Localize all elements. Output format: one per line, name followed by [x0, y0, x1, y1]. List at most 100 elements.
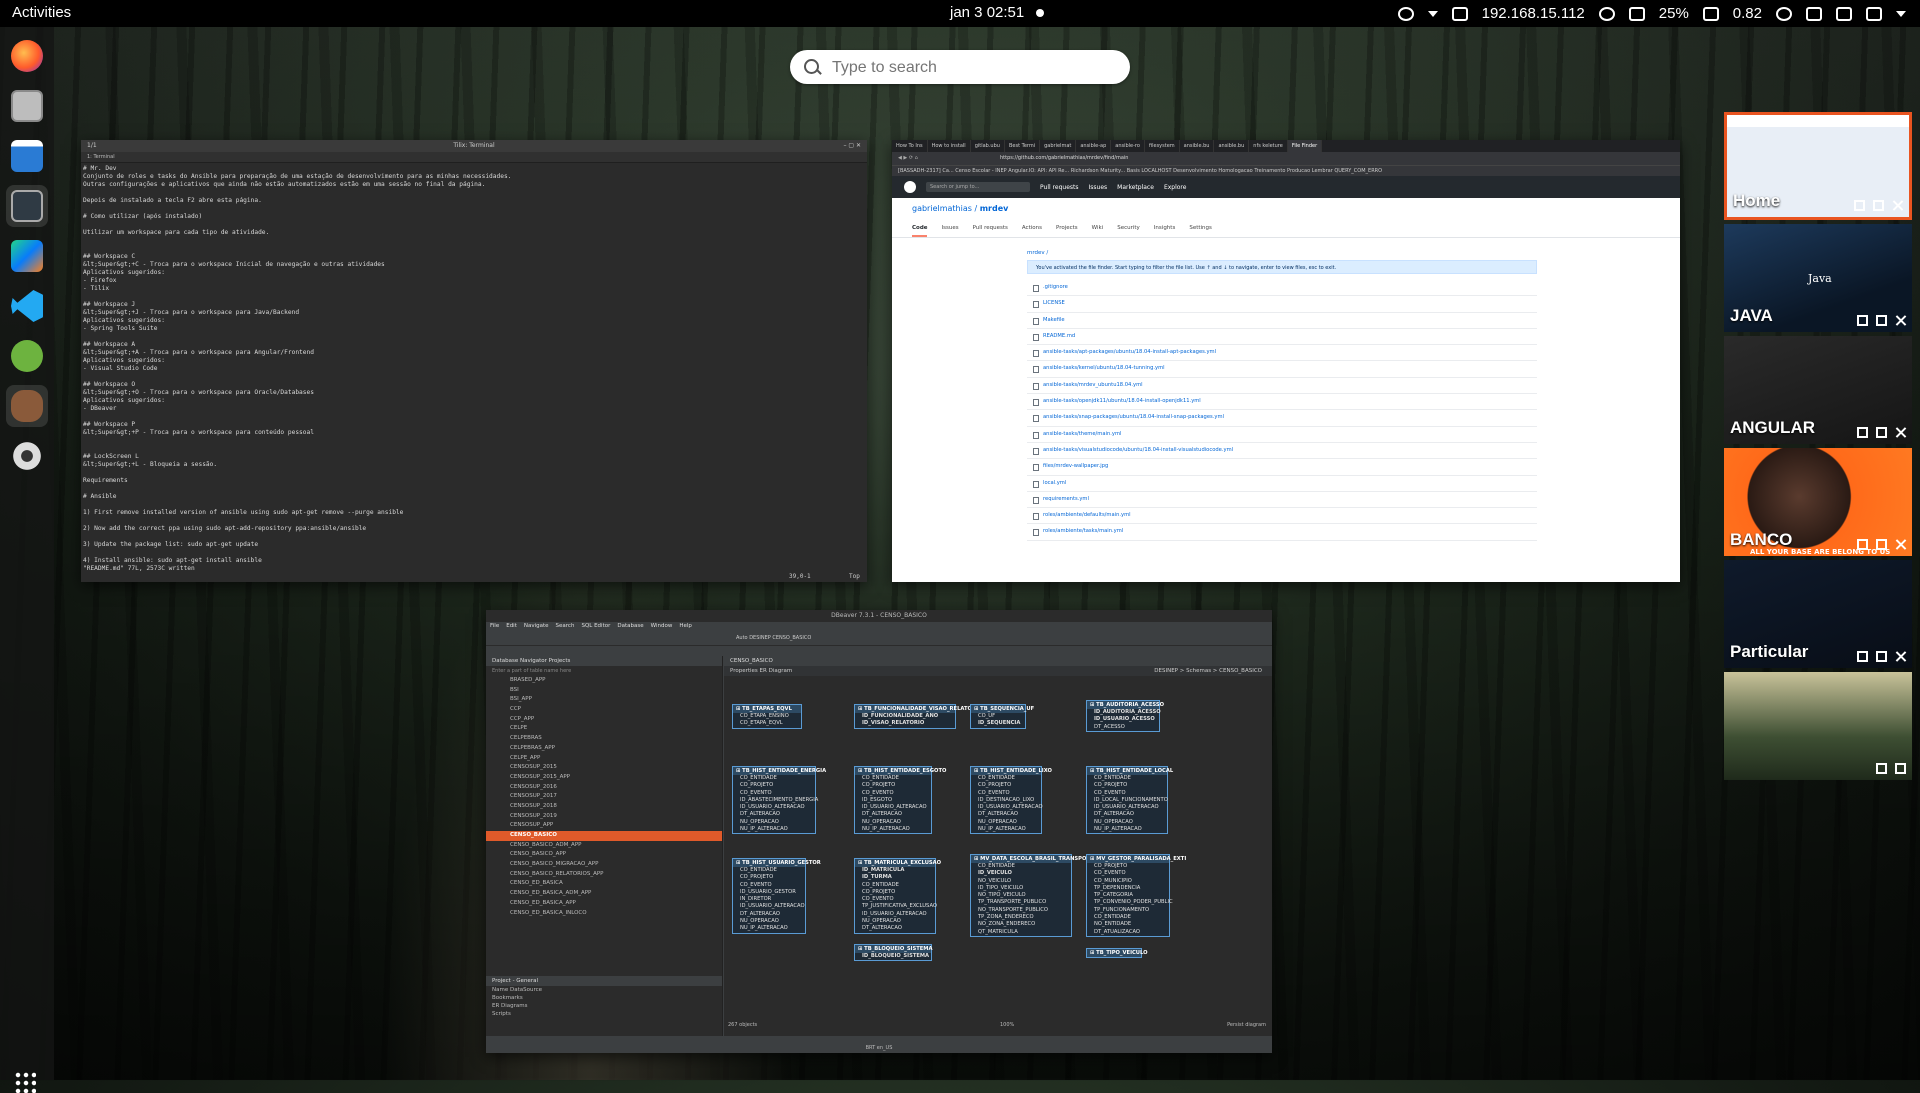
er-table[interactable]: ⊞ MV_DATA_ESCOLA_BRASIL_TRANSPOR CO_ENTID… — [970, 854, 1090, 937]
file-list-item[interactable]: ansible-tasks/mrdev_ubuntu18.04.yml — [1027, 378, 1537, 395]
gh-nav-issues[interactable]: Issues — [1089, 184, 1108, 191]
wallpaper-icon[interactable] — [1895, 763, 1906, 774]
er-table[interactable]: ⊞ TB_HIST_ENTIDADE_ESGOTO CO_ENTIDADE CO_P… — [854, 766, 946, 835]
search-box[interactable] — [790, 50, 1130, 84]
project-item[interactable]: Scripts — [486, 1010, 722, 1018]
extension-icon[interactable] — [1806, 6, 1822, 21]
terminal-launcher[interactable] — [6, 185, 48, 227]
er-table[interactable]: ⊞ TB_FUNCIONALIDADE_VISAO_RELATORIO ID_FU… — [854, 704, 982, 729]
github-logo-icon[interactable] — [904, 181, 916, 193]
bookmarks-bar[interactable]: [BASSADH-2317] Ca... Censo Escolar - INE… — [892, 165, 1680, 176]
schema-tree-item[interactable]: CENSO_BASICO_RELATORIOS_APP — [486, 870, 722, 880]
navigator-filter[interactable]: Enter a part of table name here — [486, 666, 722, 676]
file-list-item[interactable]: local.yml — [1027, 476, 1537, 492]
gh-nav-marketplace[interactable]: Marketplace — [1117, 184, 1154, 191]
address-url[interactable]: https://github.com/gabrielmathias/mrdev/… — [1000, 155, 1128, 161]
schema-tree-item[interactable]: CENSOSUP_2016 — [486, 783, 722, 793]
menu-item[interactable]: Window — [651, 622, 673, 631]
repo-tab[interactable]: Security — [1117, 225, 1140, 237]
browser-tab[interactable]: How to install — [928, 140, 971, 152]
editor-tab[interactable]: CENSO_BASICO — [724, 656, 1272, 666]
schema-tree-item[interactable]: CELPEBRAS_APP — [486, 744, 722, 754]
file-list-item[interactable]: ansible-tasks/visualstudiocode/ubuntu/18… — [1027, 443, 1537, 460]
schema-tree-item[interactable]: CENSO_ED_BASICA_ADM_APP — [486, 889, 722, 899]
er-table[interactable]: ⊞ TB_HIST_ENTIDADE_ENERGIA CO_ENTIDADE CO_… — [732, 766, 826, 835]
schema-tree-item[interactable]: CELPE — [486, 724, 722, 734]
er-table[interactable]: ⊞ TB_HIST_ENTIDADE_LOCAL CO_ENTIDADE CO_PR… — [1086, 766, 1173, 835]
intellij-launcher[interactable] — [6, 235, 48, 277]
file-list-item[interactable]: ansible-tasks/theme/main.yml — [1027, 427, 1537, 443]
browser-tab[interactable]: ansible-ap — [1076, 140, 1112, 152]
editor-subtab-labels[interactable]: Properties ER Diagram — [730, 668, 792, 674]
rename-icon[interactable] — [1854, 200, 1865, 211]
schema-tree-item[interactable]: CENSOSUP_2015_APP — [486, 773, 722, 783]
schema-tree-item[interactable]: CENSO_ED_BASICA — [486, 879, 722, 889]
browser-tab[interactable]: ansible.bu — [1214, 140, 1250, 152]
close-icon[interactable] — [1895, 427, 1906, 438]
menu-item[interactable]: Edit — [506, 622, 517, 631]
schema-tree-item[interactable]: CELPEBRAS — [486, 734, 722, 744]
clipboard-icon[interactable] — [1451, 6, 1468, 21]
clock[interactable]: jan 3 02:51 — [950, 4, 1024, 21]
schema-tree-item[interactable]: CENSOSUP_APP — [486, 821, 722, 831]
browser-tab[interactable]: filesystem — [1145, 140, 1180, 152]
er-table[interactable]: ⊞ TB_SEQUENCIA_UF CO_UF ID_SEQUENCIA — [970, 704, 1034, 729]
rename-icon[interactable] — [1857, 651, 1868, 662]
settings-launcher[interactable] — [6, 435, 48, 477]
file-list-item[interactable]: ansible-tasks/openjdk11/ubuntu/18.04-ins… — [1027, 394, 1537, 411]
firefox-launcher[interactable] — [6, 35, 48, 77]
repo-tab[interactable]: Code — [912, 225, 928, 237]
volume-icon[interactable] — [1866, 6, 1882, 21]
load-average[interactable]: 0.82 — [1733, 5, 1762, 22]
repo-tab[interactable]: Actions — [1022, 225, 1042, 237]
ip-address[interactable]: 192.168.15.112 — [1482, 5, 1585, 22]
system-menu-chevron-icon[interactable] — [1896, 10, 1906, 17]
er-table[interactable]: ⊞ TB_MATRICULA_EXCLUSAO ID_MATRICULA ID_TU… — [854, 858, 941, 934]
er-table[interactable]: ⊞ TB_HIST_ENTIDADE_LIXO CO_ENTIDADE CO_PRO… — [970, 766, 1052, 835]
wallpaper-icon[interactable] — [1876, 315, 1887, 326]
spring-tools-launcher[interactable] — [6, 335, 48, 377]
monitor-icon[interactable] — [1702, 6, 1719, 21]
schema-tree-item[interactable]: CELPE_APP — [486, 754, 722, 764]
repo-tab[interactable]: Wiki — [1092, 225, 1104, 237]
workspace-thumbnail[interactable]: ALL YOUR BASE ARE BELONG TO US BANCO — [1724, 448, 1912, 556]
gh-nav-pulls[interactable]: Pull requests — [1040, 184, 1079, 191]
nav-buttons[interactable]: ◀ ▶ ⟳ ⌂ — [898, 152, 918, 165]
network-icon[interactable] — [1836, 6, 1852, 21]
rename-icon[interactable] — [1857, 315, 1868, 326]
dbeaver-toolbar[interactable]: Auto DESINEP CENSO_BASICO — [486, 631, 1272, 646]
gh-nav-explore[interactable]: Explore — [1164, 184, 1187, 191]
file-list-item[interactable]: files/mrdev-wallpaper.jpg — [1027, 459, 1537, 476]
browser-tab[interactable]: gabrielmat — [1040, 140, 1077, 152]
browser-tab[interactable]: nfs keleture — [1249, 140, 1288, 152]
workspace-thumbnail[interactable]: ANGULAR — [1724, 336, 1912, 444]
menu-item[interactable]: Navigate — [524, 622, 549, 631]
writer-launcher[interactable] — [6, 135, 48, 177]
close-icon[interactable] — [1895, 539, 1906, 550]
er-table[interactable]: ⊞ MV_GESTOR_PARALISADA_EXTI CO_PROJETO CO_… — [1086, 854, 1186, 937]
address-bar[interactable]: ◀ ▶ ⟳ ⌂ https://github.com/gabrielmathia… — [892, 152, 1680, 165]
emoji-indicator-icon[interactable] — [1397, 6, 1414, 21]
add-workspace-icon[interactable] — [1876, 763, 1887, 774]
dbeaver-launcher[interactable] — [6, 385, 48, 427]
repo-tab[interactable]: Pull requests — [973, 225, 1008, 237]
browser-tabbar[interactable]: How To Ins How to install gitlab.ubu Best T… — [892, 140, 1680, 152]
workspace-thumbnail[interactable]: Home — [1724, 112, 1912, 220]
close-icon[interactable] — [1895, 651, 1906, 662]
schema-tree-item[interactable]: CENSOSUP_2017 — [486, 792, 722, 802]
menu-item[interactable]: File — [490, 622, 499, 631]
close-icon[interactable] — [1892, 200, 1903, 211]
browser-tab[interactable]: Best Termi — [1005, 140, 1041, 152]
file-list-item[interactable]: ansible-tasks/snap-packages/ubuntu/18.04… — [1027, 410, 1537, 427]
file-list-item[interactable]: ansible-tasks/apt-packages/ubuntu/18.04-… — [1027, 345, 1537, 362]
schema-tree-item[interactable]: CENSO_BASICO — [486, 831, 722, 841]
workspace-thumbnail[interactable]: Java JAVA — [1724, 224, 1912, 332]
schema-tree-item[interactable]: CENSO_BASICO_MIGRACAO_APP — [486, 860, 722, 870]
wallpaper-icon[interactable] — [1876, 651, 1887, 662]
repo-tab[interactable]: Issues — [941, 225, 958, 237]
terminal-window-controls[interactable]: – ▢ ✕ — [843, 140, 861, 152]
schema-tree-item[interactable]: CENSO_BASICO_APP — [486, 850, 722, 860]
er-table[interactable]: ⊞ TB_BLOQUEIO_SISTEMA ID_BLOQUEIO_SISTEMA — [854, 944, 932, 962]
project-item[interactable]: Bookmarks — [486, 994, 722, 1002]
search-input[interactable] — [830, 56, 1114, 80]
